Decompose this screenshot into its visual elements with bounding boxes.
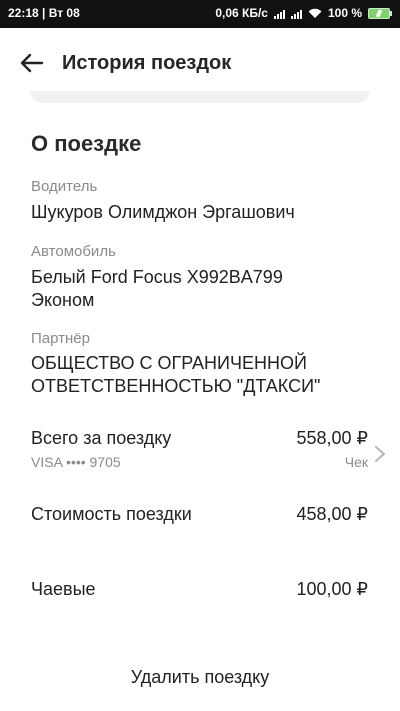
battery-icon bbox=[368, 7, 392, 19]
partner-value-line1: ОБЩЕСТВО С ОГРАНИЧЕННОЙ bbox=[31, 353, 307, 373]
driver-value: Шукуров Олимджон Эргашович bbox=[31, 202, 295, 222]
total-label: Всего за поездку bbox=[31, 428, 172, 448]
cost-label: Стоимость поездки bbox=[31, 504, 192, 524]
signal-icon bbox=[273, 8, 285, 19]
car-label: Автомобиль bbox=[31, 243, 116, 260]
previous-card-edge bbox=[30, 91, 370, 103]
cost-amount: 458,00 ₽ bbox=[296, 504, 368, 524]
battery-percent: 100 % bbox=[327, 6, 362, 20]
delete-trip-button[interactable]: Удалить поездку bbox=[0, 667, 400, 688]
driver-label: Водитель bbox=[31, 178, 98, 195]
car-class: Эконом bbox=[31, 290, 95, 310]
status-bar: 22:18 | Вт 08 0,06 КБ/с 100 % bbox=[0, 0, 400, 28]
net-speed: 0,06 КБ/с bbox=[215, 6, 268, 20]
section-title: О поездке bbox=[31, 131, 142, 156]
tips-amount: 100,00 ₽ bbox=[296, 579, 368, 599]
arrow-left-icon[interactable] bbox=[18, 49, 46, 77]
receipt-link[interactable]: Чек bbox=[345, 454, 368, 470]
status-right: 0,06 КБ/с 100 % bbox=[215, 6, 392, 20]
wifi-icon bbox=[308, 8, 322, 18]
partner-label: Партнёр bbox=[31, 330, 90, 347]
total-amount: 558,00 ₽ bbox=[296, 428, 368, 448]
status-time: 22:18 | Вт 08 bbox=[8, 6, 80, 20]
partner-value-line2: ОТВЕТСТВЕННОСТЬЮ "ДТАКСИ" bbox=[31, 376, 321, 396]
payment-card: VISA •••• 9705 bbox=[31, 454, 121, 470]
page-title: История поездок bbox=[62, 52, 232, 74]
app-bar: История поездок bbox=[0, 28, 400, 98]
tips-label: Чаевые bbox=[31, 579, 96, 599]
signal-2-icon bbox=[290, 8, 302, 19]
car-value: Белый Ford Focus X992BA799 bbox=[31, 267, 283, 287]
chevron-right-icon[interactable] bbox=[374, 445, 386, 463]
